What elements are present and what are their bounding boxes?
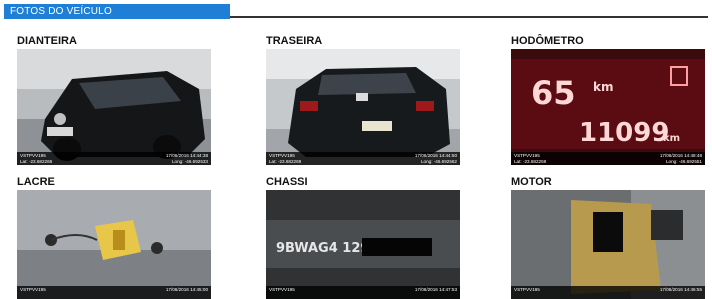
section-title: FOTOS DO VEÍCULO	[4, 4, 230, 19]
photo-label-dianteira: DIANTEIRA	[17, 35, 77, 47]
photo-dianteira[interactable]: VSTPVV195 17/06/2016 14:44:38 Lat: -23.68…	[17, 49, 211, 165]
photo-label-traseira: TRASEIRA	[266, 35, 323, 47]
caption-datetime: 17/06/2016 14:45:00	[165, 287, 208, 292]
caption-long: Long: -46.692551	[665, 158, 702, 164]
photo-caption: VSTPVV195 17/06/2016 14:47:53	[266, 286, 460, 299]
photo-caption: VSTPVV195 17/06/2016 14:44:38 Lat: -23.68…	[17, 152, 211, 165]
odometer-unit: km	[663, 133, 680, 144]
caption-lat: Lat: -23.682259	[514, 158, 547, 164]
speed-readout: 65	[531, 74, 576, 112]
car-rear-image	[266, 49, 460, 165]
caption-device: VSTPVV195	[514, 287, 540, 292]
caption-long: Long: -46.692562	[420, 158, 457, 164]
caption-device: VSTPVV195	[20, 287, 46, 292]
seal-image	[17, 190, 211, 299]
caption-lat: Lat: -23.682266	[20, 158, 53, 164]
photo-lacre[interactable]: VSTPVV195 17/06/2016 14:45:00	[17, 190, 211, 299]
odometer-image: 65 km 11099 km	[511, 49, 705, 165]
photo-caption: VSTPVV195 17/06/2016 14:48:48 Lat: -23.68…	[511, 152, 705, 165]
speed-unit: km	[593, 80, 613, 94]
engine-image	[511, 190, 705, 299]
photo-caption: VSTPVV195 17/06/2016 14:44:50 Lat: -23.68…	[266, 152, 460, 165]
photo-caption: VSTPVV195 17/06/2016 14:46:55	[511, 286, 705, 299]
car-front-image	[17, 49, 211, 165]
photo-traseira[interactable]: VSTPVV195 17/06/2016 14:44:50 Lat: -23.68…	[266, 49, 460, 165]
caption-datetime: 17/06/2016 14:47:53	[414, 287, 457, 292]
caption-long: Long: -46.692533	[171, 158, 208, 164]
odometer-readout: 11099	[579, 118, 669, 148]
photo-label-lacre: LACRE	[17, 176, 55, 188]
chassis-number: 9BWAG4 129	[276, 241, 369, 256]
section-header: FOTOS DO VEÍCULO	[0, 0, 712, 22]
photo-label-chassi: CHASSI	[266, 176, 308, 188]
caption-device: VSTPVV195	[269, 287, 295, 292]
photo-chassi[interactable]: 9BWAG4 129 VSTPVV195 17/06/2016 14:47:53	[266, 190, 460, 299]
photo-hodometro[interactable]: 65 km 11099 km VSTPVV195 17/06/2016 14:48…	[511, 49, 705, 165]
photo-motor[interactable]: VSTPVV195 17/06/2016 14:46:55	[511, 190, 705, 299]
photo-caption: VSTPVV195 17/06/2016 14:45:00	[17, 286, 211, 299]
photo-label-hodometro: HODÔMETRO	[511, 35, 584, 47]
header-divider	[230, 16, 708, 18]
caption-lat: Lat: -23.682269	[269, 158, 302, 164]
photo-label-motor: MOTOR	[511, 176, 552, 188]
caption-datetime: 17/06/2016 14:46:55	[659, 287, 702, 292]
chassis-image: 9BWAG4 129	[266, 190, 460, 299]
